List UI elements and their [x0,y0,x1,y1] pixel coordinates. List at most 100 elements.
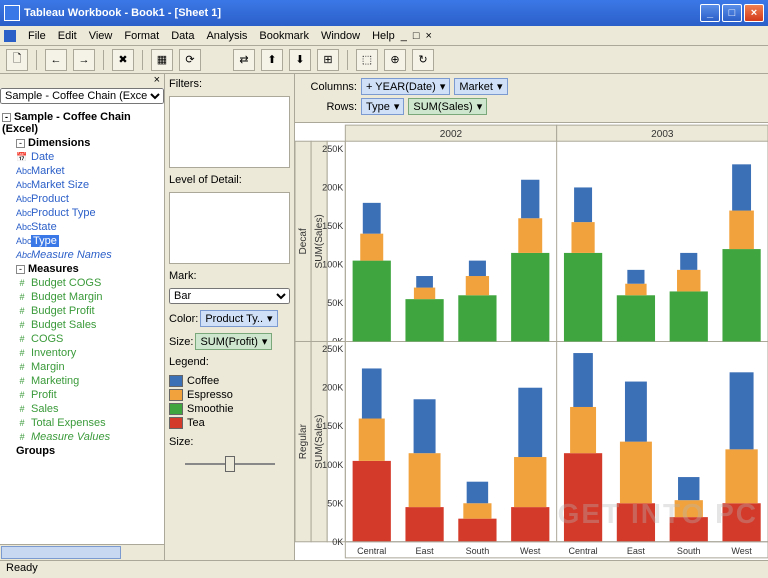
minimize-button[interactable]: _ [700,4,720,22]
hash-icon: # [16,320,28,330]
dim-market[interactable]: AbcMarket [2,164,162,178]
svg-text:200K: 200K [322,182,343,192]
menubar: File Edit View Format Data Analysis Book… [0,26,768,46]
legend: Coffee Espresso Smoothie Tea [169,374,290,430]
size-slider[interactable] [169,454,290,474]
mark-select[interactable]: Bar [169,288,290,304]
color-pill[interactable]: Product Ty..▾ [200,310,277,327]
expand-icon[interactable]: - [16,265,25,274]
menu-edit[interactable]: Edit [52,28,83,44]
dim-market-size[interactable]: AbcMarket Size [2,178,162,192]
svg-text:South: South [677,546,701,556]
menu-bookmark[interactable]: Bookmark [253,28,315,44]
refresh-button[interactable]: ⟳ [179,49,201,71]
filters-drop[interactable] [169,96,290,168]
chevron-down-icon[interactable]: ▾ [477,100,483,113]
row-pill-sales[interactable]: SUM(Sales)▾ [408,98,487,115]
measures-header: Measures [28,263,79,275]
size-pill[interactable]: SUM(Profit)▾ [195,333,272,350]
chevron-down-icon[interactable]: ▾ [267,312,273,325]
svg-text:250K: 250K [322,344,343,354]
abc-icon: Abc [16,250,28,260]
meas-sales[interactable]: #Sales [2,402,162,416]
legend-item[interactable]: Smoothie [169,402,290,416]
pan-tool[interactable]: ↻ [412,49,434,71]
close-button[interactable]: × [744,4,764,22]
meas-inventory[interactable]: #Inventory [2,346,162,360]
svg-text:50K: 50K [327,298,343,308]
expand-icon[interactable]: - [16,139,25,148]
dim-state[interactable]: AbcState [2,220,162,234]
dim-date[interactable]: 📅Date [2,150,162,164]
hash-icon: # [16,404,28,414]
hscrollbar[interactable] [0,544,164,560]
menu-analysis[interactable]: Analysis [200,28,253,44]
datasource-select[interactable]: Sample - Coffee Chain (Excel) [0,88,164,104]
dim-type[interactable]: AbcType [2,234,162,248]
meas-budget-cogs[interactable]: #Budget COGS [2,276,162,290]
titlebar[interactable]: Tableau Workbook - Book1 - [Sheet 1] _ □… [0,0,768,26]
dim-product[interactable]: AbcProduct [2,192,162,206]
meas-total-expenses[interactable]: #Total Expenses [2,416,162,430]
menu-window[interactable]: Window [315,28,366,44]
legend-item[interactable]: Coffee [169,374,290,388]
chevron-down-icon[interactable]: ▾ [497,80,503,93]
meas-budget-margin[interactable]: #Budget Margin [2,290,162,304]
sort-desc-button[interactable]: ⬇ [289,49,311,71]
col-pill-year[interactable]: + YEAR(Date)▾ [361,78,450,95]
columns-label: Columns: [301,81,357,93]
meas-margin[interactable]: #Margin [2,360,162,374]
mdi-close-icon[interactable]: × [425,30,431,42]
datasource-button[interactable]: ▦ [151,49,173,71]
meas-budget-profit[interactable]: #Budget Profit [2,304,162,318]
col-pill-market[interactable]: Market▾ [454,78,507,95]
svg-text:250K: 250K [322,144,343,154]
meas-budget-sales[interactable]: #Budget Sales [2,318,162,332]
select-tool[interactable]: ⬚ [356,49,378,71]
legend-item[interactable]: Tea [169,416,290,430]
chevron-down-icon[interactable]: ▾ [394,100,400,113]
svg-text:East: East [416,546,435,556]
forward-button[interactable]: → [73,49,95,71]
swatch-icon [169,417,183,429]
color-label: Color: [169,313,198,325]
meas-profit[interactable]: #Profit [2,388,162,402]
swap-button[interactable]: ⇄ [233,49,255,71]
sort-asc-button[interactable]: ⬆ [261,49,283,71]
dim-product-type[interactable]: AbcProduct Type [2,206,162,220]
meas-marketing[interactable]: #Marketing [2,374,162,388]
svg-text:Central: Central [568,546,597,556]
meas-measure-values[interactable]: #Measure Values [2,430,162,444]
meas-cogs[interactable]: #COGS [2,332,162,346]
back-button[interactable]: ← [45,49,67,71]
group-button[interactable]: ⊞ [317,49,339,71]
hash-icon: # [16,348,28,358]
new-button[interactable]: 🗋 [6,49,28,71]
svg-text:0K: 0K [332,537,343,547]
mdi-restore-icon[interactable]: □ [413,30,420,42]
svg-text:50K: 50K [327,498,343,508]
groups-header: Groups [16,445,55,457]
legend-item[interactable]: Espresso [169,388,290,402]
mdi-minimize-icon[interactable]: _ [401,30,407,42]
chevron-down-icon[interactable]: ▾ [262,335,268,348]
dim-measure-names[interactable]: AbcMeasure Names [2,248,162,262]
window-title: Tableau Workbook - Book1 - [Sheet 1] [24,7,221,19]
menu-view[interactable]: View [83,28,119,44]
cancel-button[interactable]: ✖ [112,49,134,71]
menu-format[interactable]: Format [118,28,165,44]
chart-viz[interactable]: 20022003DecafSUM(Sales)RegularSUM(Sales)… [295,123,768,560]
row-pill-type[interactable]: Type▾ [361,98,404,115]
hash-icon: # [16,306,28,316]
filters-label: Filters: [169,78,290,90]
mdi-icon [4,30,16,42]
chevron-down-icon[interactable]: ▾ [440,80,446,93]
maximize-button[interactable]: □ [722,4,742,22]
menu-file[interactable]: File [22,28,52,44]
menu-data[interactable]: Data [165,28,200,44]
zoom-tool[interactable]: ⊕ [384,49,406,71]
expand-icon[interactable]: - [2,113,11,122]
lod-drop[interactable] [169,192,290,264]
menu-help[interactable]: Help [366,28,401,44]
pane-close-icon[interactable]: × [0,74,164,88]
